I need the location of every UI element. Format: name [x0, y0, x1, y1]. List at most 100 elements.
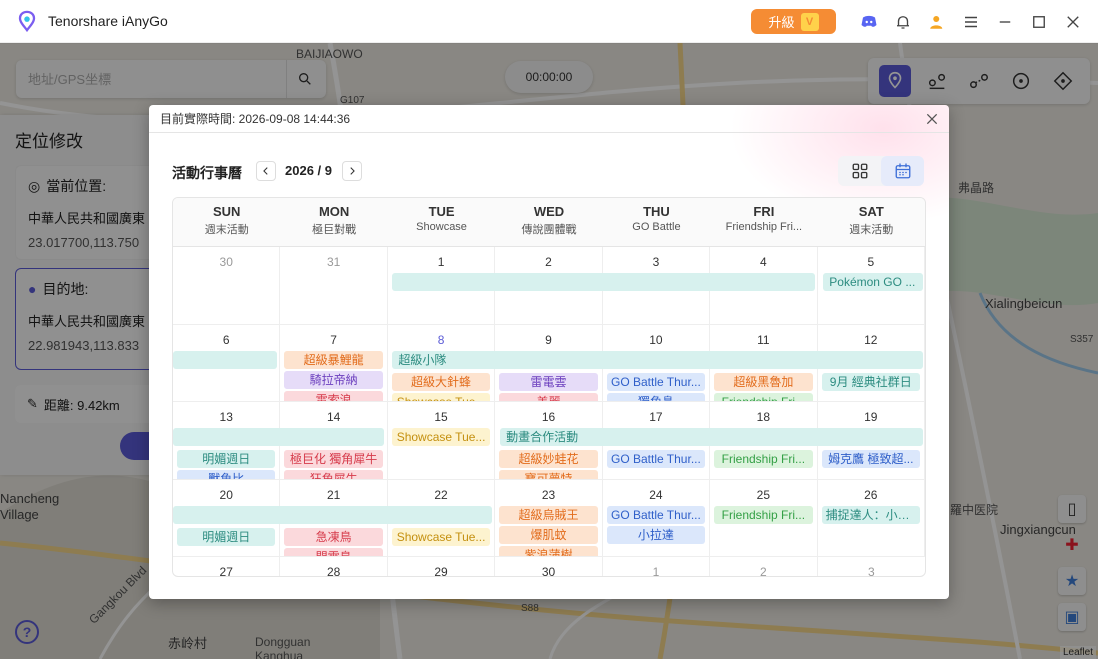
- calendar-event[interactable]: 捕捉達人：小木...: [821, 505, 920, 524]
- calendar-event[interactable]: 9月 經典社群日: [821, 372, 920, 391]
- calendar-day[interactable]: 23 超級烏賊王 爆肌蚊 紫浪蒲樹: [495, 479, 603, 556]
- weekday-tue: TUE Showcase: [388, 198, 495, 246]
- calendar-event[interactable]: 騎拉帝納: [284, 370, 383, 389]
- calendar-day[interactable]: 3: [818, 557, 925, 577]
- upgrade-button[interactable]: 升級 V: [751, 9, 836, 34]
- multi-day-event[interactable]: 超級小隊: [392, 350, 923, 369]
- calendar-event[interactable]: 獸魚比: [177, 470, 276, 479]
- day-number: 12: [864, 332, 878, 347]
- calendar-event[interactable]: GO Battle Thur...: [606, 505, 706, 524]
- calendar-week: 30 31 1 2 3 4 5 Pokémon GO ...: [173, 247, 925, 325]
- calendar-day[interactable]: 26 捕捉達人：小木...: [818, 479, 925, 556]
- discord-icon[interactable]: [852, 5, 886, 39]
- multi-day-event[interactable]: [392, 273, 816, 291]
- calendar-event[interactable]: 爆肌蚊: [499, 525, 598, 544]
- calendar-event[interactable]: 獨角鼻: [606, 392, 706, 401]
- calendar-event[interactable]: 美麗: [499, 392, 598, 401]
- multi-day-event[interactable]: 動畫合作活動: [500, 428, 923, 446]
- weekday-name: MON: [318, 204, 350, 219]
- calendar-event[interactable]: 超級妙蛙花: [499, 450, 598, 468]
- multi-day-event[interactable]: [173, 428, 385, 446]
- calendar-event[interactable]: 狂角犀牛: [284, 470, 383, 479]
- close-window-icon[interactable]: [1056, 5, 1090, 39]
- day-number: 7: [330, 332, 337, 347]
- day-number: 31: [326, 255, 341, 269]
- weekday-name: THU: [643, 204, 670, 219]
- calendar-event[interactable]: 紫浪蒲樹: [499, 545, 598, 556]
- calendar-day[interactable]: 30: [495, 557, 603, 577]
- calendar-event[interactable]: 閃電鳥: [284, 547, 383, 556]
- calendar-event[interactable]: Showcase Tue...: [391, 392, 491, 401]
- day-number: 20: [219, 487, 233, 502]
- day-number: 19: [864, 410, 878, 424]
- calendar-day[interactable]: 29: [388, 557, 496, 576]
- calendar-event[interactable]: 超級暴鯉龍: [284, 350, 383, 369]
- current-time: 目前實際時間: 2026-09-08 14:44:36: [160, 112, 351, 126]
- chevron-right-icon: [350, 167, 355, 175]
- calendar-day[interactable]: 7 超級暴鯉龍 騎拉帝納 電索浪: [280, 324, 388, 401]
- calendar-event[interactable]: 電索浪: [284, 390, 383, 401]
- maximize-icon[interactable]: [1022, 5, 1056, 39]
- calendar-event[interactable]: 明媚週日: [177, 450, 276, 468]
- calendar-day[interactable]: 25 Friendship Fri...: [710, 479, 818, 556]
- event-calendar-dialog: 目前實際時間: 2026-09-08 14:44:36 活動行事曆 2026 /…: [149, 105, 949, 599]
- calendar-event[interactable]: 急凍鳥: [284, 527, 383, 546]
- calendar-day[interactable]: 27: [173, 557, 281, 577]
- calendar-event[interactable]: 姆克鷹 極致超...: [821, 450, 920, 468]
- calendar-day[interactable]: 31: [280, 247, 388, 324]
- day-number: 25: [756, 487, 771, 502]
- day-number: 3: [867, 565, 875, 577]
- bell-icon[interactable]: [886, 5, 920, 39]
- calendar-view-icon[interactable]: [881, 156, 924, 186]
- calendar-day[interactable]: 30: [173, 247, 281, 324]
- calendar-day[interactable]: 15 Showcase Tue...: [388, 402, 496, 479]
- calendar-day[interactable]: 1: [603, 557, 711, 577]
- weekday-theme: Friendship Fri...: [725, 221, 803, 233]
- day-number: 30: [219, 255, 233, 269]
- day-number: 14: [326, 410, 341, 424]
- grid-view-icon[interactable]: [838, 156, 881, 186]
- day-number: 13: [219, 410, 233, 424]
- calendar-event[interactable]: Showcase Tue...: [391, 527, 491, 546]
- weekday-thu: THU GO Battle: [603, 198, 710, 246]
- day-number: 2: [760, 565, 767, 577]
- user-icon[interactable]: [920, 5, 954, 39]
- chevron-left-icon: [263, 167, 268, 175]
- calendar-event[interactable]: Friendship Fri...: [714, 392, 813, 401]
- calendar-event[interactable]: GO Battle Thur...: [606, 372, 706, 391]
- multi-day-event[interactable]: Pokémon GO ...: [823, 273, 923, 291]
- weekday-fri: FRI Friendship Fri...: [710, 198, 817, 246]
- day-number: 28: [326, 565, 341, 577]
- calendar-day[interactable]: 2: [710, 557, 818, 577]
- menu-icon[interactable]: [954, 5, 988, 39]
- app-logo-icon: [18, 10, 36, 32]
- calendar-event[interactable]: 極巨化 獨角犀牛: [284, 450, 383, 468]
- calendar-event[interactable]: 明媚週日: [177, 527, 276, 546]
- multi-day-event[interactable]: [173, 505, 493, 524]
- prev-month-button[interactable]: [256, 161, 276, 181]
- calendar-day[interactable]: 24 GO Battle Thur... 小拉達: [603, 479, 711, 556]
- calendar-event[interactable]: GO Battle Thur...: [606, 450, 706, 468]
- day-number: 3: [652, 255, 660, 269]
- calendar-event[interactable]: 小拉達: [606, 525, 706, 544]
- calendar-event[interactable]: Showcase Tue...: [391, 428, 491, 446]
- day-number: 27: [219, 565, 233, 577]
- day-number: 1: [652, 565, 660, 577]
- next-month-button[interactable]: [342, 161, 362, 181]
- multi-day-event[interactable]: [173, 350, 277, 369]
- calendar-event[interactable]: 雷電雲: [499, 372, 598, 391]
- day-number: 30: [541, 565, 556, 577]
- calendar-event[interactable]: 超級黑魯加: [714, 372, 813, 391]
- view-toggle: [838, 156, 924, 186]
- app-title: Tenorshare iAnyGo: [48, 13, 168, 29]
- calendar-event[interactable]: 寶可夢特: [499, 470, 598, 479]
- weekday-mon: MON 極巨對戰: [280, 198, 387, 246]
- calendar-event[interactable]: 超級烏賊王: [499, 505, 598, 524]
- calendar-day[interactable]: 28: [280, 557, 388, 577]
- close-icon[interactable]: [921, 108, 943, 130]
- minimize-icon[interactable]: [988, 5, 1022, 39]
- calendar-event[interactable]: Friendship Fri...: [714, 505, 813, 524]
- day-number: 21: [326, 487, 341, 502]
- calendar-event[interactable]: 超級大針蜂: [391, 372, 491, 391]
- calendar-event[interactable]: Friendship Fri...: [714, 450, 813, 468]
